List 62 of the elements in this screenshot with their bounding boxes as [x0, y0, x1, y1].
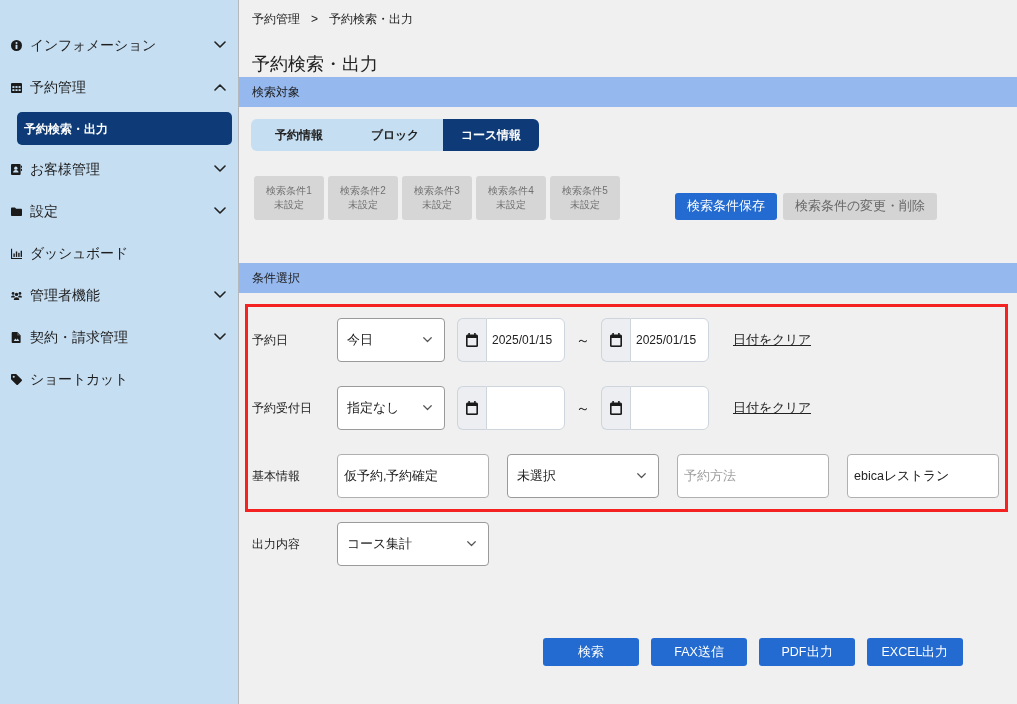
calendar-icon: [610, 401, 622, 415]
clear-date-link[interactable]: 日付をクリア: [733, 398, 811, 418]
section-header: 条件選択: [239, 263, 1017, 293]
action-button[interactable]: EXCEL出力: [867, 638, 963, 666]
action-button[interactable]: 検索: [543, 638, 639, 666]
range-separator: ～: [575, 398, 591, 418]
chevron-down-icon: [637, 473, 646, 479]
calendar-icon: [11, 81, 22, 93]
chevron-down-icon: [467, 541, 476, 547]
date-field[interactable]: 2025/01/15: [630, 318, 709, 362]
field-label: 予約日: [252, 332, 289, 349]
breadcrumb-current: 予約検索・出力: [329, 11, 413, 27]
calendar-button[interactable]: [457, 386, 486, 430]
dropdown[interactable]: 未選択: [507, 454, 659, 498]
page-title: 予約検索・出力: [252, 53, 379, 76]
sidebar-item[interactable]: ダッシュボード: [0, 232, 238, 274]
calendar-button[interactable]: [601, 318, 630, 362]
calendar-icon: [466, 401, 478, 415]
sidebar-item[interactable]: 予約管理: [0, 66, 238, 108]
date-field[interactable]: [630, 386, 709, 430]
tab[interactable]: 予約情報: [251, 119, 347, 151]
section-header: 検索対象: [239, 77, 1017, 107]
sidebar-item[interactable]: ショートカット: [0, 358, 238, 400]
contact-card-icon: [11, 163, 22, 175]
text-field[interactable]: ebicaレストラン: [847, 454, 999, 498]
tag-icon: [11, 373, 22, 385]
save-search-button[interactable]: 検索条件保存: [675, 193, 777, 220]
dropdown[interactable]: コース集計: [337, 522, 489, 566]
dropdown[interactable]: 今日: [337, 318, 445, 362]
sidebar-item[interactable]: インフォメーション: [0, 24, 238, 66]
sidebar-item[interactable]: お客様管理: [0, 148, 238, 190]
text-field[interactable]: 予約方法: [677, 454, 829, 498]
sidebar-item[interactable]: 設定: [0, 190, 238, 232]
sidebar-item[interactable]: 契約・請求管理: [0, 316, 238, 358]
field-label: 基本情報: [252, 468, 301, 485]
folder-icon: [11, 205, 22, 217]
date-field[interactable]: [486, 386, 565, 430]
range-separator: ～: [575, 330, 591, 350]
info-icon: [11, 39, 22, 51]
breadcrumb-link[interactable]: 予約管理: [252, 11, 300, 27]
sidebar-subitem[interactable]: 予約検索・出力: [17, 112, 232, 145]
calendar-icon: [610, 333, 622, 347]
calendar-button[interactable]: [457, 318, 486, 362]
document-icon: [11, 331, 22, 343]
breadcrumb-separator: >: [311, 11, 318, 27]
tab[interactable]: ブロック: [347, 119, 443, 151]
dropdown[interactable]: 指定なし: [337, 386, 445, 430]
chevron-down-icon: [423, 337, 432, 343]
field-label: 出力内容: [252, 536, 301, 553]
users-icon: [11, 289, 22, 301]
text-field[interactable]: 仮予約,予約確定: [337, 454, 489, 498]
action-button[interactable]: FAX送信: [651, 638, 747, 666]
field-label: 予約受付日: [252, 400, 313, 417]
calendar-button[interactable]: [601, 386, 630, 430]
action-button[interactable]: PDF出力: [759, 638, 855, 666]
tab[interactable]: コース情報: [443, 119, 539, 151]
sidebar-item[interactable]: 管理者機能: [0, 274, 238, 316]
date-field[interactable]: 2025/01/15: [486, 318, 565, 362]
calendar-icon: [466, 333, 478, 347]
bar-chart-icon: [11, 247, 22, 259]
chevron-down-icon: [423, 405, 432, 411]
clear-date-link[interactable]: 日付をクリア: [733, 330, 811, 350]
